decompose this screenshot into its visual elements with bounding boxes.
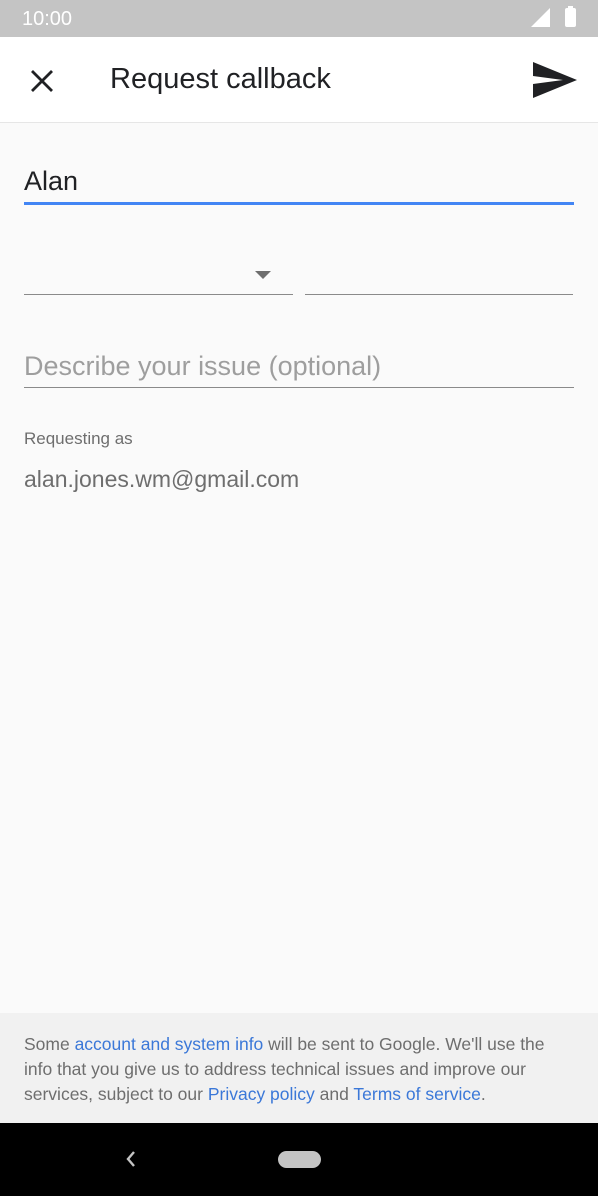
status-time: 10:00 [22,8,73,30]
close-button[interactable] [20,59,64,103]
app-bar: Request callback [0,37,598,123]
account-email: alan.jones.wm@gmail.com [24,466,300,492]
back-button[interactable] [118,1145,144,1173]
close-icon [31,70,53,92]
country-code-select[interactable] [24,252,293,295]
signal-icon [531,8,550,27]
footer-text: . [480,1084,486,1104]
issue-description-field[interactable]: Describe your issue (optional) [24,345,574,388]
home-pill-icon[interactable] [278,1151,321,1168]
dropdown-arrow-icon [255,271,271,279]
send-icon [533,62,577,98]
system-nav-bar [0,1123,598,1196]
send-button[interactable] [526,55,584,105]
footer-text: Some [24,1034,75,1054]
status-bar: 10:00 [0,0,598,37]
footer-disclaimer: Some account and system info will be sen… [0,1013,598,1123]
requesting-as-label: Requesting as [24,429,133,448]
terms-of-service-link[interactable]: Terms of service [353,1084,480,1104]
privacy-policy-link[interactable]: Privacy policy [208,1084,315,1104]
name-field[interactable]: Alan [24,160,574,205]
name-field-value: Alan [24,166,79,196]
phone-number-field[interactable] [305,252,573,295]
page-title: Request callback [110,63,331,95]
account-system-info-link[interactable]: account and system info [75,1034,264,1054]
back-icon [126,1151,135,1167]
footer-text: and [314,1084,354,1104]
battery-icon [565,6,576,27]
issue-description-placeholder: Describe your issue (optional) [24,351,382,381]
